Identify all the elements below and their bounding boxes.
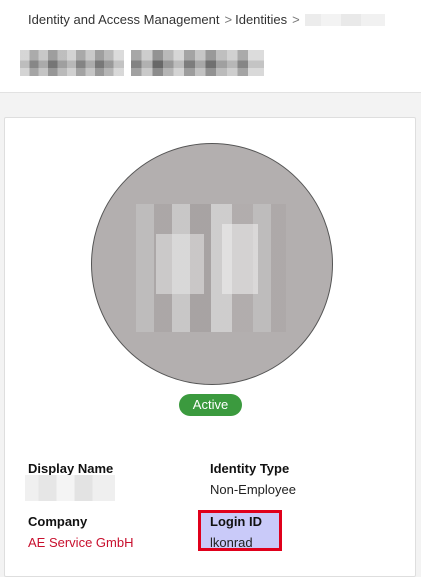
display-name-value-redacted bbox=[25, 475, 115, 501]
identity-card: Active Display Name Identity Type Non-Em… bbox=[4, 117, 416, 577]
breadcrumb-identities[interactable]: Identities bbox=[235, 12, 287, 27]
company-link[interactable]: AE Service GmbH bbox=[28, 535, 133, 550]
identity-type-value: Non-Employee bbox=[210, 482, 296, 497]
login-id-value: lkonrad bbox=[210, 535, 253, 550]
breadcrumb-separator: > bbox=[224, 12, 233, 27]
avatar bbox=[91, 143, 333, 385]
display-name-label: Display Name bbox=[28, 461, 114, 476]
page-header: Identity and Access Management > Identit… bbox=[0, 0, 421, 93]
login-id-label: Login ID bbox=[210, 514, 262, 529]
status-badge: Active bbox=[179, 394, 242, 416]
identity-type-label: Identity Type bbox=[210, 461, 290, 476]
breadcrumb: Identity and Access Management > Identit… bbox=[28, 12, 385, 27]
breadcrumb-iam[interactable]: Identity and Access Management bbox=[28, 12, 220, 27]
avatar-photo-redacted bbox=[136, 204, 286, 332]
breadcrumb-separator: > bbox=[292, 12, 300, 27]
company-label: Company bbox=[28, 514, 88, 529]
breadcrumb-current-redacted bbox=[304, 13, 385, 26]
identity-first-name-redacted bbox=[20, 50, 124, 76]
identity-last-name-redacted bbox=[131, 50, 264, 76]
